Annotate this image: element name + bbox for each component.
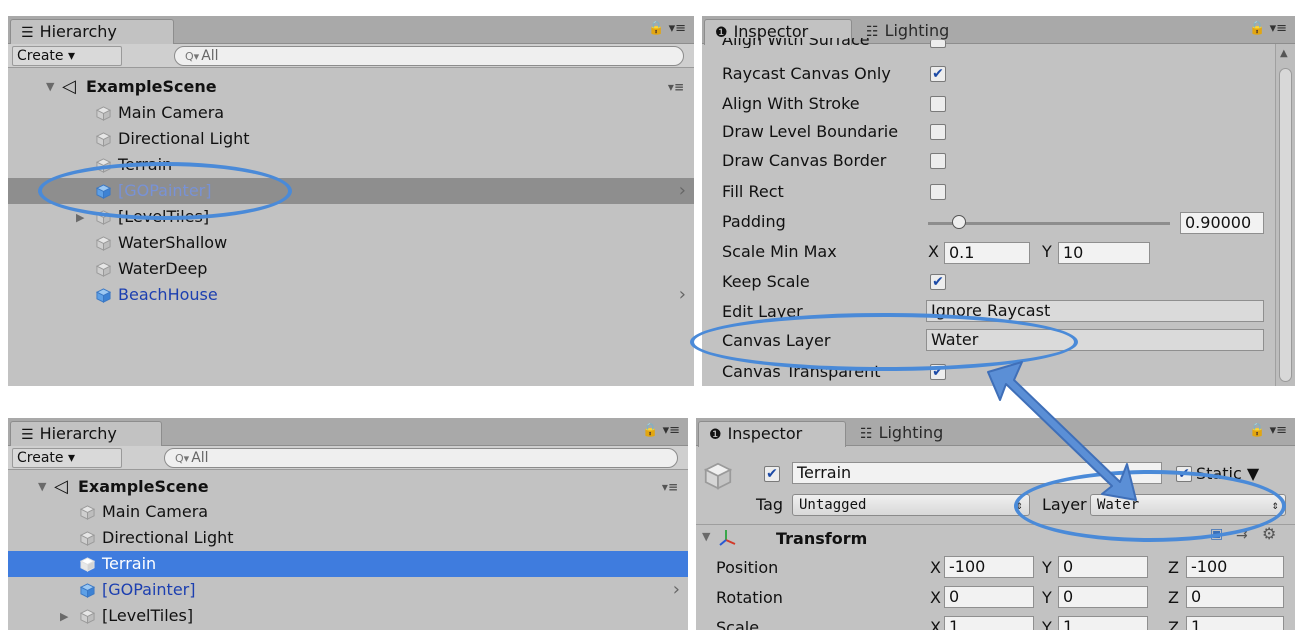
double-arrow-connector <box>987 361 1137 501</box>
